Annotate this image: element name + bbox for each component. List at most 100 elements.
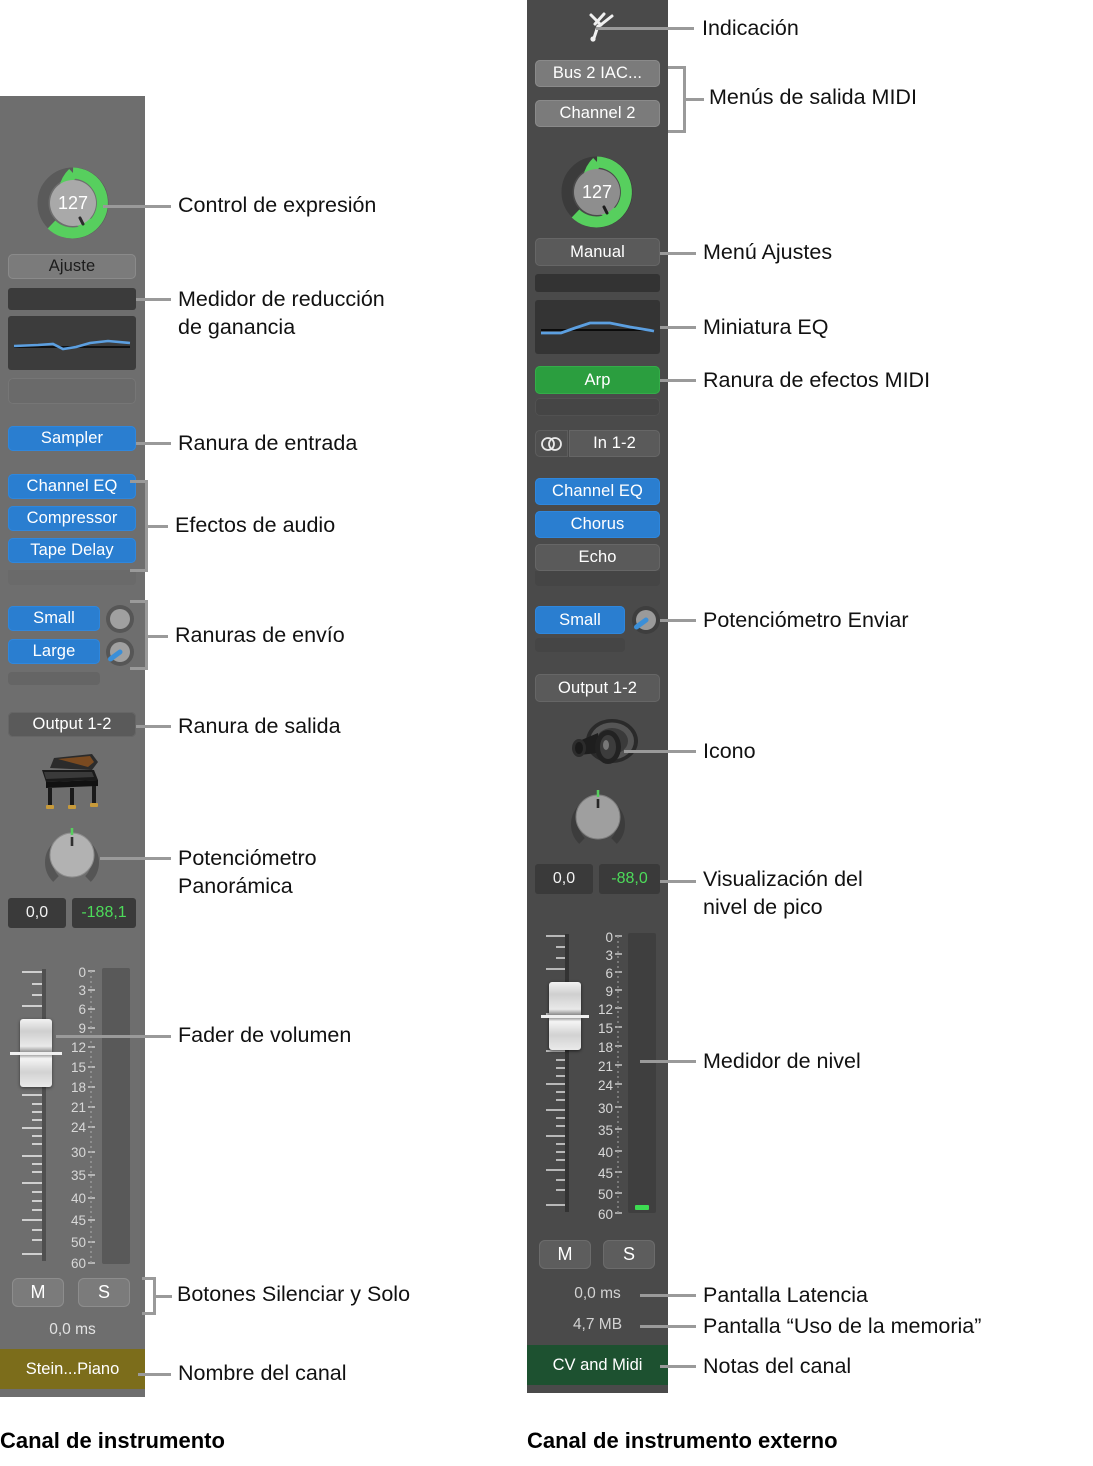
annotation-send-slots: Ranuras de envío xyxy=(175,623,345,647)
leader-line xyxy=(136,298,171,301)
audio-effect-slot[interactable]: Compressor xyxy=(8,506,136,531)
leader-line xyxy=(660,379,696,382)
peak-level-display[interactable]: -188,1 xyxy=(72,898,136,928)
midi-fx-slot-empty[interactable] xyxy=(8,378,136,404)
pan-knob[interactable] xyxy=(566,786,630,850)
annotation-eq-thumbnail: Miniatura EQ xyxy=(703,315,829,339)
output-slot[interactable]: Output 1-2 xyxy=(535,674,660,702)
audio-effect-slot-empty[interactable] xyxy=(8,570,136,585)
channel-name-plate[interactable]: Stein...Piano xyxy=(0,1349,145,1389)
leader-line xyxy=(56,1035,171,1038)
midi-output-channel-menu[interactable]: Channel 2 xyxy=(535,100,660,127)
leader-line xyxy=(596,27,694,30)
leader-line xyxy=(660,252,696,255)
send-slot[interactable]: Large xyxy=(8,639,100,664)
volume-fader-zone: 0 3 6 9 12 15 18 21 24 30 35 40 45 50 60 xyxy=(527,930,668,1221)
settings-menu[interactable]: Manual xyxy=(535,238,660,266)
volume-fader-zone: 0 3 6 9 12 15 18 21 24 30 35 40 45 50 60 xyxy=(0,964,145,1271)
settings-menu[interactable]: Ajuste xyxy=(8,254,136,279)
pan-knob[interactable] xyxy=(40,824,104,888)
speaker-icon[interactable] xyxy=(565,714,641,778)
annotation-audio-effects: Efectos de audio xyxy=(175,513,336,537)
stereo-link-icon xyxy=(540,436,562,451)
expression-control[interactable]: 127 xyxy=(560,155,634,229)
leader-line xyxy=(660,326,696,329)
bracket-stub xyxy=(146,525,168,528)
scale-tick-marks xyxy=(615,935,622,1214)
annotation-settings-menu: Menú Ajustes xyxy=(703,240,833,264)
expression-control[interactable]: 127 xyxy=(36,166,110,240)
stereo-link-button[interactable] xyxy=(535,430,568,457)
fader-tick-rail xyxy=(22,969,46,1261)
expression-value: 127 xyxy=(581,181,613,202)
send-knob-icon xyxy=(632,606,660,634)
leader-line xyxy=(640,1060,696,1063)
input-slot[interactable]: Sampler xyxy=(8,426,136,451)
grand-piano-icon[interactable] xyxy=(32,752,108,812)
annotation-channel-name: Nombre del canal xyxy=(178,1361,347,1385)
solo-button[interactable]: S xyxy=(78,1278,130,1307)
annotation-input-slot: Ranura de entrada xyxy=(178,431,358,455)
leader-line xyxy=(660,880,696,883)
annotation-latency-display: Pantalla Latencia xyxy=(703,1283,868,1307)
audio-effect-slot-empty[interactable] xyxy=(535,571,660,586)
leader-line xyxy=(100,857,171,860)
midi-fx-slot-empty[interactable] xyxy=(535,398,660,416)
midi-fx-slot[interactable]: Arp xyxy=(535,366,660,394)
peak-level-display[interactable]: -88,0 xyxy=(599,864,660,894)
expression-value: 127 xyxy=(57,192,89,213)
audio-effect-slot[interactable]: Channel EQ xyxy=(8,474,136,499)
eq-curve-icon xyxy=(541,321,655,335)
annotation-volume-fader: Fader de volumen xyxy=(178,1023,352,1047)
channel-notes-plate[interactable]: CV and Midi xyxy=(527,1345,668,1385)
leader-line xyxy=(660,619,696,622)
instrument-channel-strip: 127 Ajuste Sampler Channel EQ Compressor… xyxy=(0,96,145,1397)
solo-button[interactable]: S xyxy=(603,1240,655,1269)
leader-line xyxy=(103,205,171,208)
audio-effect-slot[interactable]: Chorus xyxy=(535,511,660,538)
midi-output-port-menu[interactable]: Bus 2 IAC... xyxy=(535,60,660,87)
annotation-expression: Control de expresión xyxy=(178,193,377,217)
level-meter-signal xyxy=(635,1205,649,1210)
send-slot-empty[interactable] xyxy=(8,672,100,685)
audio-effect-slot[interactable]: Tape Delay xyxy=(8,538,136,563)
leader-line xyxy=(660,1365,696,1368)
gain-reduction-meter xyxy=(535,274,660,292)
bracket-stub xyxy=(146,635,168,638)
pan-value-display[interactable]: 0,0 xyxy=(535,864,593,894)
leader-line xyxy=(624,750,696,753)
annotation-indication: Indicación xyxy=(702,16,799,40)
send-level-knob[interactable] xyxy=(630,604,662,636)
annotation-channel-notes: Notas del canal xyxy=(703,1354,852,1378)
leader-line xyxy=(138,1373,171,1376)
annotation-send-knob: Potenciómetro Enviar xyxy=(703,608,909,632)
audio-effect-slot[interactable]: Channel EQ xyxy=(535,478,660,505)
eq-thumbnail[interactable] xyxy=(535,300,660,354)
annotation-peak-level-display: Visualización del nivel de pico xyxy=(703,867,863,919)
send-slot[interactable]: Small xyxy=(8,606,100,631)
output-slot[interactable]: Output 1-2 xyxy=(8,712,136,737)
annotation-midi-fx-slot: Ranura de efectos MIDI xyxy=(703,368,931,392)
annotation-level-meter: Medidor de nivel xyxy=(703,1049,861,1073)
bracket-stub xyxy=(154,1295,172,1298)
external-instrument-channel-strip: Bus 2 IAC... Channel 2 127 Manual Arp In… xyxy=(527,0,668,1393)
level-meter xyxy=(102,968,130,1264)
scale-tick-marks xyxy=(88,970,95,1264)
caption-external-instrument-channel: Canal de instrumento externo xyxy=(527,1428,838,1453)
annotation-pan-knob: Potenciómetro Panorámica xyxy=(178,846,317,898)
mute-button[interactable]: M xyxy=(539,1240,591,1269)
input-slot[interactable]: In 1-2 xyxy=(569,430,660,457)
leader-line xyxy=(136,442,171,445)
pan-value-display[interactable]: 0,0 xyxy=(8,898,66,928)
fader-scale-labels: 0 3 6 9 12 15 18 21 24 30 35 40 45 50 60 xyxy=(70,965,86,1271)
bracket-stub xyxy=(684,98,704,101)
eq-thumbnail[interactable] xyxy=(8,316,136,370)
fader-position-indicator xyxy=(10,1052,62,1055)
annotation-midi-output-menus: Menús de salida MIDI xyxy=(709,85,917,109)
send-slot[interactable]: Small xyxy=(535,606,625,634)
annotation-gain-reduction: Medidor de reducción de ganancia xyxy=(178,287,385,339)
audio-effect-slot[interactable]: Echo xyxy=(535,544,660,571)
annotation-mute-solo: Botones Silenciar y Solo xyxy=(177,1282,411,1306)
send-slot-empty[interactable] xyxy=(535,638,625,652)
mute-button[interactable]: M xyxy=(12,1278,64,1307)
